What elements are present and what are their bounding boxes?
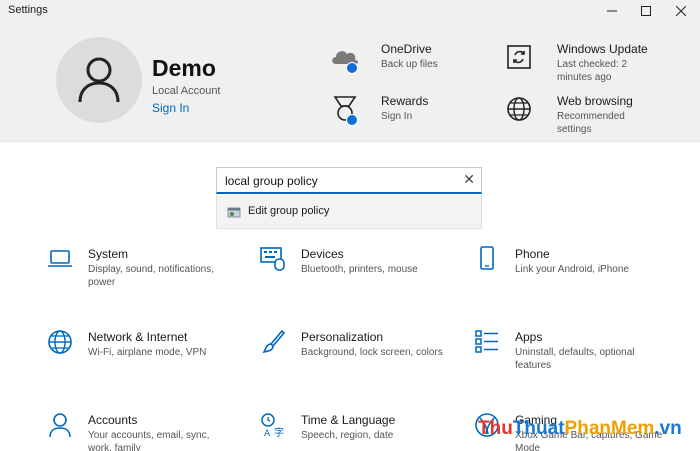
web-browsing-item[interactable]: Web browsing Recommended settings: [505, 94, 665, 144]
tile-accounts[interactable]: Accounts Your accounts, email, sync, wor…: [47, 412, 237, 451]
window-title: Settings: [8, 4, 48, 16]
laptop-icon: [48, 250, 72, 267]
account-name: Demo: [152, 55, 216, 81]
status-badge: [346, 114, 358, 126]
user-icon: [78, 57, 120, 103]
onedrive-item[interactable]: OneDrive Back up files: [329, 42, 479, 82]
tile-devices[interactable]: Devices Bluetooth, printers, mouse: [260, 246, 450, 286]
rewards-item[interactable]: Rewards Sign In: [329, 94, 479, 134]
status-badge: [346, 62, 358, 74]
minimize-button[interactable]: [595, 0, 629, 22]
tile-network[interactable]: Network & Internet Wi-Fi, airplane mode,…: [47, 329, 237, 369]
search-input[interactable]: [225, 172, 457, 189]
tile-title: Time & Language: [301, 413, 396, 427]
tile-subtitle: Speech, region, date: [301, 430, 394, 441]
account-type: Local Account: [152, 85, 221, 97]
search-box[interactable]: ✕: [216, 167, 482, 194]
tile-title: System: [88, 247, 129, 261]
tile-title: Network & Internet: [88, 330, 188, 344]
tile-subtitle: Link your Android, iPhone: [515, 264, 629, 275]
clear-search-icon[interactable]: ✕: [463, 171, 475, 188]
watermark-logo: ThuThuatPhanMem.vn: [478, 418, 682, 439]
keyboard-icon: [260, 247, 285, 271]
tile-subtitle: Uninstall, defaults, optional features: [515, 347, 635, 371]
windows-update-subtitle: Last checked: 2 minutes ago: [557, 59, 628, 83]
tile-title: Phone: [515, 247, 550, 261]
rewards-subtitle: Sign In: [381, 111, 413, 122]
svg-text:A: A: [264, 429, 271, 438]
tile-phone[interactable]: Phone Link your Android, iPhone: [474, 246, 664, 286]
tile-title: Apps: [515, 330, 543, 344]
tile-personalization[interactable]: Personalization Background, lock screen,…: [260, 329, 450, 369]
close-icon: [676, 6, 686, 16]
minimize-icon: [607, 10, 617, 12]
globe-icon: [48, 330, 72, 354]
svg-text:字: 字: [274, 426, 284, 438]
tile-subtitle: Wi-Fi, airplane mode, VPN: [88, 347, 207, 358]
person-icon: [49, 413, 71, 438]
close-button[interactable]: [664, 0, 698, 22]
tile-title: Personalization: [301, 330, 384, 344]
avatar[interactable]: [56, 37, 142, 123]
tile-time-language[interactable]: A 字 Time & Language Speech, region, date: [260, 412, 450, 451]
group-policy-icon: [227, 207, 241, 218]
tile-subtitle: Your accounts, email, sync, work, family: [88, 430, 210, 451]
windows-update-title: Windows Update: [557, 42, 648, 56]
onedrive-subtitle: Back up files: [381, 59, 438, 70]
maximize-icon: [641, 6, 651, 16]
tile-title: Devices: [301, 247, 344, 261]
account-header: Demo Local Account Sign In OneDrive Back…: [0, 22, 700, 142]
paintbrush-icon: [262, 329, 286, 354]
web-browsing-title: Web browsing: [557, 94, 633, 108]
rewards-title: Rewards: [381, 94, 429, 108]
time-language-icon: A 字: [261, 413, 284, 438]
web-browsing-subtitle: Recommended settings: [557, 111, 625, 135]
tile-subtitle: Bluetooth, printers, mouse: [301, 264, 418, 275]
tile-title: Accounts: [88, 413, 138, 427]
tile-subtitle: Background, lock screen, colors: [301, 347, 443, 358]
tile-apps[interactable]: Apps Uninstall, defaults, optional featu…: [474, 329, 664, 375]
tile-system[interactable]: System Display, sound, notifications, po…: [47, 246, 237, 292]
phone-icon: [480, 246, 494, 270]
search-suggestion[interactable]: Edit group policy: [216, 195, 482, 229]
tile-subtitle: Display, sound, notifications, power: [88, 264, 214, 288]
sign-in-link[interactable]: Sign In: [152, 101, 189, 115]
maximize-button[interactable]: [629, 0, 663, 22]
windows-update-item[interactable]: Windows Update Last checked: 2 minutes a…: [505, 42, 665, 102]
update-icon: [507, 45, 531, 69]
title-bar: Settings: [0, 0, 700, 22]
apps-list-icon: [475, 330, 498, 353]
onedrive-title: OneDrive: [381, 42, 432, 56]
globe-icon: [507, 97, 531, 121]
suggestion-label: Edit group policy: [248, 205, 330, 217]
